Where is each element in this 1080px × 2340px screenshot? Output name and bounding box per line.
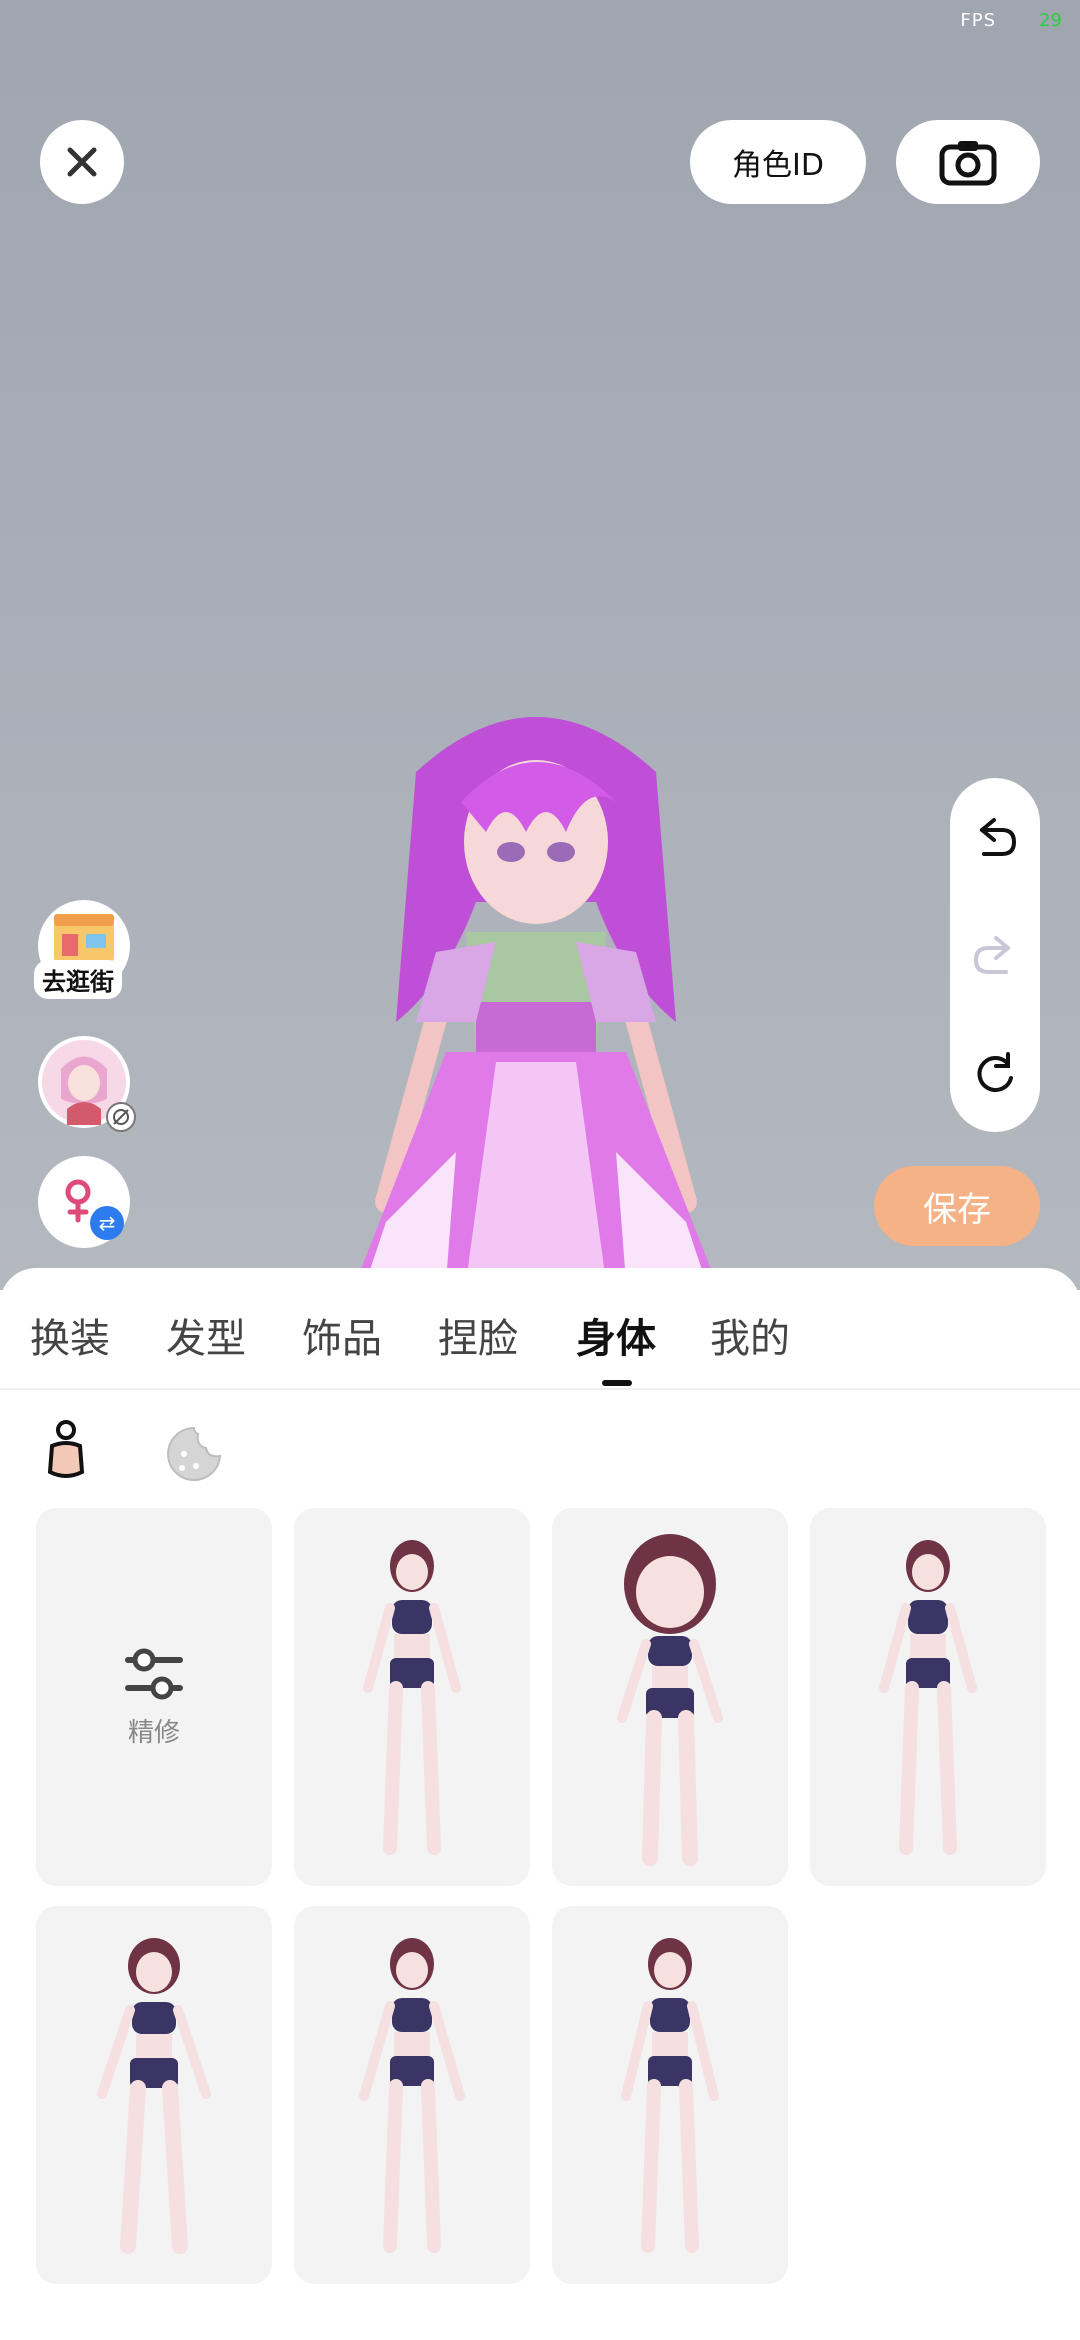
body-preset-card[interactable] bbox=[552, 1906, 788, 2284]
body-preset-figure bbox=[879, 1540, 977, 1855]
avatar-stage[interactable]: FPS 29 角色ID 去逛街 ⇄ 保存 bbox=[0, 0, 1080, 1290]
swap-icon: ⇄ bbox=[90, 1206, 124, 1240]
tab-body[interactable]: 身体 bbox=[576, 1306, 656, 1364]
reset-icon[interactable] bbox=[970, 1048, 1020, 1098]
fps-value: 29 bbox=[1039, 10, 1062, 31]
sliders-icon bbox=[125, 1648, 183, 1699]
body-preset-figure bbox=[617, 1534, 723, 1866]
tab-accessories[interactable]: 饰品 bbox=[302, 1306, 382, 1364]
body-preset-card[interactable] bbox=[552, 1508, 788, 1886]
tab-hair[interactable]: 发型 bbox=[166, 1306, 246, 1364]
shop-label: 去逛街 bbox=[34, 960, 122, 999]
body-preset-figure bbox=[97, 1938, 211, 2254]
tab-outfit[interactable]: 换装 bbox=[30, 1306, 110, 1364]
gender-switch-button[interactable]: ⇄ bbox=[38, 1156, 130, 1248]
refine-label: 精修 bbox=[127, 1717, 180, 1748]
hidden-badge-icon bbox=[106, 1102, 136, 1132]
avatar-character bbox=[356, 717, 716, 1282]
role-id-label: 角色ID bbox=[732, 148, 824, 183]
redo-icon[interactable] bbox=[970, 930, 1020, 980]
body-preset-card[interactable] bbox=[810, 1508, 1046, 1886]
role-id-button[interactable]: 角色ID bbox=[690, 120, 866, 204]
bottom-sheet: 换装 发型 饰品 捏脸 身体 我的 精修 bbox=[0, 1268, 1080, 2340]
tab-face[interactable]: 捏脸 bbox=[438, 1306, 518, 1364]
category-tabs: 换装 发型 饰品 捏脸 身体 我的 bbox=[0, 1306, 1080, 1396]
save-button[interactable]: 保存 bbox=[874, 1166, 1040, 1246]
tab-mine[interactable]: 我的 bbox=[710, 1306, 790, 1364]
close-icon bbox=[67, 147, 97, 177]
divider bbox=[0, 1388, 1080, 1390]
body-preset-card[interactable] bbox=[294, 1906, 530, 2284]
close-button[interactable] bbox=[40, 120, 124, 204]
body-preset-figure bbox=[363, 1540, 461, 1855]
camera-button[interactable] bbox=[896, 120, 1040, 204]
body-preset-figure bbox=[359, 1938, 465, 2253]
tab-underline bbox=[602, 1380, 632, 1386]
body-shape-icon[interactable] bbox=[42, 1418, 90, 1484]
fps-label: FPS bbox=[960, 10, 996, 31]
avatar-thumbnail-button[interactable] bbox=[38, 1036, 136, 1132]
sub-category-bar bbox=[0, 1418, 1080, 1498]
skin-tone-icon[interactable] bbox=[164, 1424, 224, 1484]
history-panel bbox=[950, 778, 1040, 1132]
refine-card[interactable]: 精修 bbox=[36, 1508, 272, 1886]
body-preset-figure bbox=[621, 1938, 719, 2253]
camera-icon bbox=[939, 141, 997, 186]
undo-icon[interactable] bbox=[970, 812, 1020, 862]
body-preset-card[interactable] bbox=[36, 1906, 272, 2284]
body-preset-card[interactable] bbox=[294, 1508, 530, 1886]
